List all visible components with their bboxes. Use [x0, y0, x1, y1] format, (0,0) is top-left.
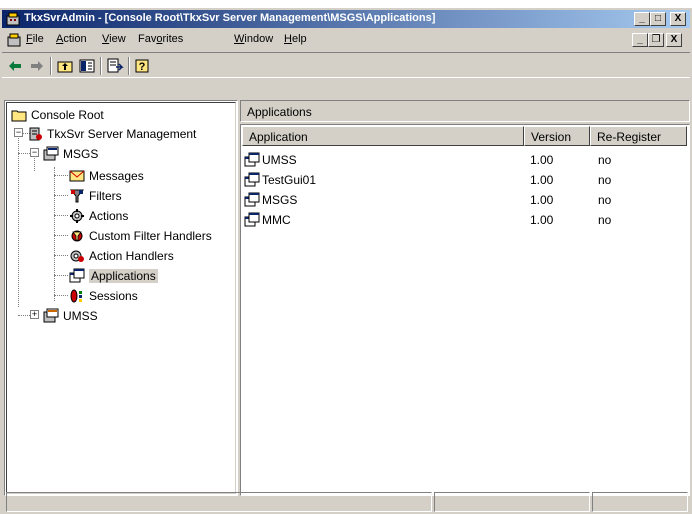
menu-view[interactable]: View	[102, 33, 126, 45]
tree-line	[54, 167, 55, 301]
cell-version: 1.00	[530, 153, 554, 167]
tree-node-label: TkxSvr Server Management	[47, 127, 197, 141]
column-header-application[interactable]: Application	[242, 126, 524, 146]
envelope-icon	[69, 170, 85, 182]
server-icon	[29, 127, 42, 141]
applications-list[interactable]: Application Version Re-Register UMSS 1.0…	[240, 124, 690, 496]
table-row[interactable]: UMSS 1.00 no	[242, 151, 688, 169]
tree-node-label: Applications	[89, 269, 158, 283]
tree-node-label: Messages	[89, 169, 144, 183]
column-header-version[interactable]: Version	[524, 126, 590, 146]
cell-reregister: no	[598, 213, 612, 227]
tree-node-label: Actions	[89, 209, 129, 223]
expand-toggle[interactable]: +	[30, 310, 39, 319]
application-window-icon	[244, 192, 260, 207]
console-tree[interactable]: Console Root − TkxSvr Server Management …	[4, 100, 238, 496]
cell-application: TestGui01	[262, 173, 317, 187]
toolbar-separator	[50, 57, 52, 75]
cell-version: 1.00	[530, 193, 554, 207]
title-bar[interactable]: TkxSvrAdmin - [Console Root\TkxSvr Serve…	[2, 10, 690, 28]
app-icon[interactable]	[5, 11, 21, 27]
action-handler-icon	[70, 250, 84, 262]
menu-window[interactable]: Window	[234, 33, 273, 45]
column-header-re-register[interactable]: Re-Register	[590, 126, 687, 146]
tree-line	[54, 255, 68, 256]
collapse-toggle[interactable]: −	[30, 148, 39, 157]
back-arrow-icon[interactable]	[6, 57, 24, 75]
mmc-doc-icon[interactable]	[6, 32, 22, 48]
mdi-close-button[interactable]: X	[666, 33, 682, 47]
tree-line	[54, 235, 68, 236]
cell-application: MSGS	[262, 193, 298, 207]
tree-node-label: Sessions	[89, 289, 138, 303]
filter-handler-icon	[71, 230, 83, 242]
tree-line	[54, 275, 68, 276]
table-row[interactable]: MMC 1.00 no	[242, 211, 688, 229]
mdi-restore-button[interactable]: ❐	[648, 33, 664, 47]
tree-node-label: Action Handlers	[89, 249, 174, 263]
tree-line	[54, 295, 68, 296]
details-header-title: Applications	[247, 105, 312, 119]
cell-application: UMSS	[262, 153, 297, 167]
toolbar-separator	[128, 57, 130, 75]
forward-arrow-icon[interactable]	[28, 57, 46, 75]
maximize-button[interactable]: □	[650, 12, 666, 26]
tree-line	[54, 215, 68, 216]
status-panel-main	[6, 492, 432, 512]
cell-version: 1.00	[530, 213, 554, 227]
status-bar	[2, 490, 690, 514]
show-hide-tree-icon[interactable]	[78, 57, 96, 75]
table-row[interactable]: MSGS 1.00 no	[242, 191, 688, 209]
application-window-icon	[244, 152, 260, 167]
minimize-button[interactable]: _	[634, 12, 650, 26]
menu-help[interactable]: Help	[284, 33, 307, 45]
tree-line	[18, 133, 19, 307]
application-window-icon	[69, 268, 85, 283]
mmc-window: TkxSvrAdmin - [Console Root\TkxSvr Serve…	[0, 8, 692, 514]
app-server-icon	[43, 308, 59, 323]
tree-line	[54, 175, 68, 176]
close-button[interactable]: X	[670, 12, 686, 26]
tree-node-label: MSGS	[63, 147, 99, 161]
application-window-icon	[244, 172, 260, 187]
app-server-icon	[43, 146, 59, 161]
menu-bar: File Action View Favorites Window Help _…	[2, 30, 690, 50]
help-icon[interactable]: ?	[134, 57, 152, 75]
folder-icon	[11, 110, 27, 122]
tree-node-label: Filters	[89, 189, 122, 203]
cell-reregister: no	[598, 193, 612, 207]
menu-action[interactable]: Action	[56, 33, 87, 45]
sessions-icon	[70, 289, 82, 303]
toolbar-separator	[100, 57, 102, 75]
up-folder-icon[interactable]	[56, 57, 74, 75]
tree-node-label: Custom Filter Handlers	[89, 229, 212, 243]
filter-icon	[69, 189, 85, 203]
menu-file[interactable]: File	[26, 33, 44, 45]
details-header: Applications	[240, 100, 690, 122]
svg-text:?: ?	[139, 61, 146, 73]
tree-line	[54, 195, 68, 196]
export-list-icon[interactable]	[106, 57, 124, 75]
gear-icon	[70, 209, 84, 223]
cell-version: 1.00	[530, 173, 554, 187]
cell-application: MMC	[262, 213, 291, 227]
tree-node-label: UMSS	[63, 309, 98, 323]
tree-node-label: Console Root	[31, 108, 104, 122]
details-pane: Applications Application Version Re-Regi…	[240, 100, 690, 496]
table-row[interactable]: TestGui01 1.00 no	[242, 171, 688, 189]
cell-reregister: no	[598, 153, 612, 167]
status-panel-tertiary	[592, 492, 688, 512]
menu-favorites[interactable]: Favorites	[138, 33, 183, 45]
window-title: TkxSvrAdmin - [Console Root\TkxSvr Serve…	[24, 12, 436, 24]
application-window-icon	[244, 212, 260, 227]
cell-reregister: no	[598, 173, 612, 187]
toolbar: ?	[2, 52, 690, 78]
status-panel-secondary	[434, 492, 590, 512]
mdi-minimize-button[interactable]: _	[632, 33, 648, 47]
collapse-toggle[interactable]: −	[14, 128, 23, 137]
